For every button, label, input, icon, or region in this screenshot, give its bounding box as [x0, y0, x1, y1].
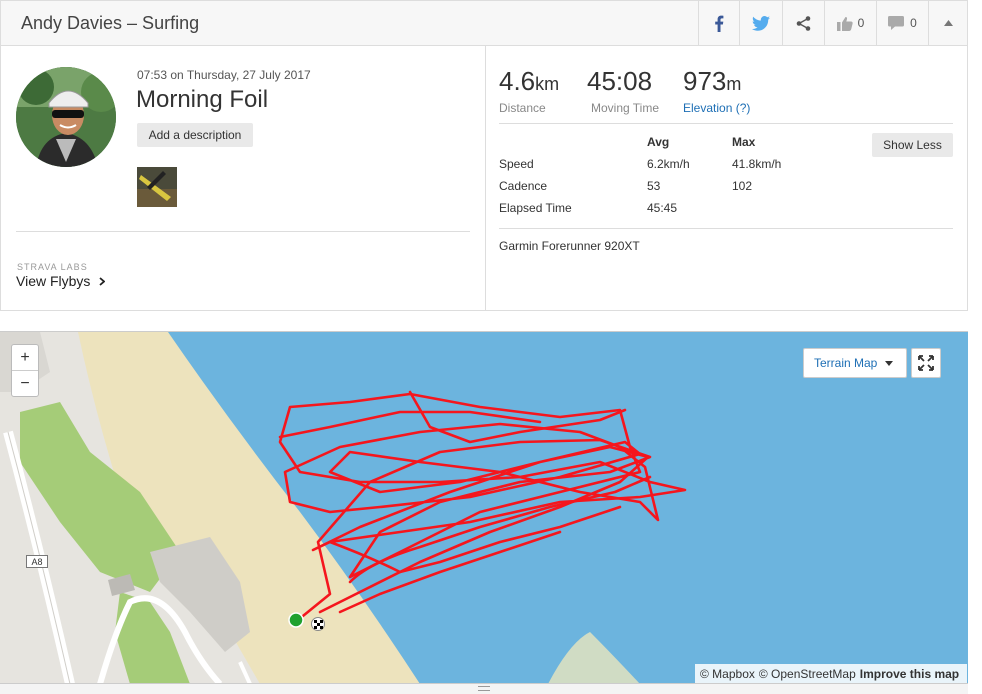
activity-stats: 4.6km Distance 45:08 Moving Time 973m El… [487, 46, 967, 310]
kudos-count: 0 [857, 16, 865, 30]
thumbs-up-icon [836, 16, 853, 31]
activity-card: Andy Davies – Surfing 0 0 07:53 on Thurs… [0, 0, 968, 311]
expand-icon [918, 355, 934, 371]
activity-header: Andy Davies – Surfing 0 0 [1, 1, 967, 46]
caret-up-icon [943, 20, 953, 26]
stat-max: 102 [732, 179, 753, 193]
activity-photo-thumbnail[interactable] [137, 167, 177, 207]
grip-icon [478, 686, 490, 691]
map-resize-handle[interactable] [0, 683, 968, 694]
avatar-photo [16, 67, 116, 167]
activity-summary: 07:53 on Thursday, 27 July 2017 Morning … [1, 46, 486, 310]
twitter-icon [752, 15, 770, 31]
avg-column-header: Avg [647, 135, 670, 149]
terrain-map-label: Terrain Map [814, 356, 878, 370]
road-label: A8 [26, 555, 48, 568]
photo-image [137, 167, 177, 207]
comments-button[interactable]: 0 [876, 1, 928, 45]
divider [499, 123, 953, 124]
fullscreen-button[interactable] [911, 348, 941, 378]
comment-icon [888, 16, 905, 30]
distance-value: 4.6km [499, 66, 560, 96]
stat-row-label: Speed [499, 157, 534, 171]
activity-timestamp: 07:53 on Thursday, 27 July 2017 [137, 68, 311, 82]
stat-avg: 6.2km/h [647, 157, 690, 171]
share-icon [796, 15, 811, 31]
add-description-button[interactable]: Add a description [137, 123, 253, 147]
distance-label: Distance [499, 101, 546, 115]
collapse-button[interactable] [928, 1, 967, 45]
facebook-share-button[interactable] [698, 1, 739, 45]
chevron-right-icon [99, 277, 106, 286]
activity-name: Morning Foil [136, 86, 269, 113]
stat-max: 41.8km/h [732, 157, 782, 171]
kudos-button[interactable]: 0 [824, 1, 876, 45]
zoom-controls: + − [11, 344, 39, 397]
comments-count: 0 [910, 16, 917, 30]
share-button[interactable] [782, 1, 824, 45]
stat-row-label: Cadence [499, 179, 548, 193]
activity-map[interactable]: + − A8 Terrain Map © Mapbox © OpenStreet… [0, 331, 968, 683]
page-title: Andy Davies – Surfing [21, 13, 200, 33]
facebook-icon [715, 15, 724, 32]
map-attribution: © Mapbox © OpenStreetMap Improve this ma… [695, 664, 967, 683]
terrain-map-dropdown[interactable]: Terrain Map [803, 348, 907, 378]
osm-attribution-link[interactable]: © OpenStreetMap [759, 667, 856, 681]
stat-avg: 45:45 [647, 201, 678, 215]
view-flybys-link[interactable]: View Flybys [16, 273, 106, 289]
elevation-help-link[interactable]: Elevation (?) [683, 101, 750, 115]
moving-time-label: Moving Time [591, 101, 660, 115]
avatar[interactable] [16, 67, 116, 167]
moving-time-value: 45:08 [587, 66, 653, 96]
mapbox-attribution-link[interactable]: © Mapbox [700, 667, 755, 681]
device-name: Garmin Forerunner 920XT [499, 239, 640, 253]
view-flybys-label: View Flybys [16, 273, 91, 289]
zoom-in-button[interactable]: + [12, 345, 38, 371]
strava-labs-label: STRAVA LABS [17, 262, 88, 272]
improve-map-link[interactable]: Improve this map [860, 667, 959, 681]
divider [16, 231, 470, 232]
max-column-header: Max [732, 135, 756, 149]
show-less-button[interactable]: Show Less [872, 133, 953, 157]
twitter-share-button[interactable] [739, 1, 782, 45]
elevation-value: 973m [683, 66, 742, 96]
start-marker [288, 612, 304, 628]
zoom-out-button[interactable]: − [12, 371, 38, 397]
divider [499, 228, 953, 229]
caret-down-icon [885, 360, 894, 366]
stat-row-label: Elapsed Time [499, 201, 572, 215]
map-canvas [0, 332, 968, 683]
stat-avg: 53 [647, 179, 661, 193]
